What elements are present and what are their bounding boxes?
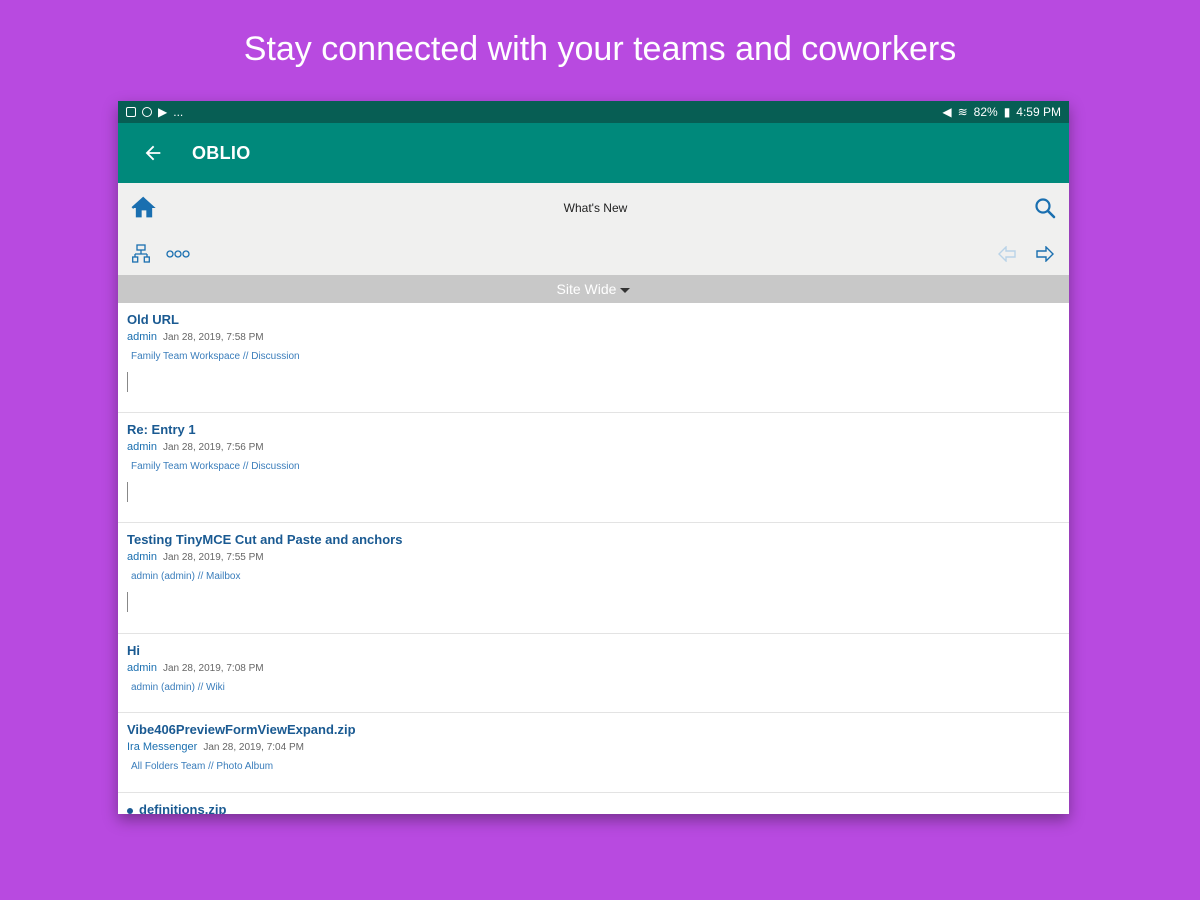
- entry-title[interactable]: definitions.zip: [139, 802, 226, 814]
- entry-preview-bar: [127, 592, 128, 612]
- entry-title[interactable]: Old URL: [127, 312, 1060, 327]
- status-bar: ▶ ... ◀ ≋ 82% ▮ 4:59 PM: [118, 101, 1069, 123]
- entry-author[interactable]: admin: [127, 551, 157, 563]
- entry-title[interactable]: Testing TinyMCE Cut and Paste and anchor…: [127, 532, 1060, 547]
- entry-date: Jan 28, 2019, 7:58 PM: [162, 332, 264, 343]
- home-icon[interactable]: [130, 194, 158, 222]
- next-arrow-icon[interactable]: [1035, 246, 1055, 262]
- entry-date: Jan 28, 2019, 7:56 PM: [162, 442, 264, 453]
- list-item[interactable]: Vibe406PreviewFormViewExpand.zip Ira Mes…: [118, 713, 1069, 793]
- app-title: OBLIO: [192, 142, 251, 163]
- back-arrow-icon[interactable]: [142, 142, 164, 164]
- status-bar-right: ◀ ≋ 82% ▮ 4:59 PM: [942, 105, 1061, 119]
- search-icon[interactable]: [1033, 196, 1057, 220]
- list-item[interactable]: Hi admin Jan 28, 2019, 7:08 PM admin (adm…: [118, 634, 1069, 713]
- entry-author[interactable]: admin: [127, 441, 157, 453]
- entry-preview-bar: [127, 372, 128, 392]
- list-item[interactable]: definitions.zip: [118, 793, 1069, 814]
- entry-date: Jan 28, 2019, 7:08 PM: [162, 663, 264, 674]
- filter-label: Site Wide: [556, 281, 617, 297]
- toolbar: What's New: [118, 183, 1069, 275]
- entry-date: Jan 28, 2019, 7:55 PM: [162, 552, 264, 563]
- entry-path[interactable]: All Folders Team // Photo Album: [127, 761, 1060, 772]
- settings-notification-icon: [142, 107, 152, 117]
- entry-title[interactable]: Hi: [127, 643, 1060, 658]
- entry-author[interactable]: Ira Messenger: [127, 741, 197, 753]
- entry-path[interactable]: admin (admin) // Mailbox: [127, 571, 1060, 582]
- battery-icon: ▮: [1003, 105, 1011, 119]
- entry-preview-bar: [127, 482, 128, 502]
- list-item[interactable]: Old URL admin Jan 28, 2019, 7:58 PM Famil…: [118, 303, 1069, 413]
- entry-path[interactable]: Family Team Workspace // Discussion: [127, 461, 1060, 472]
- wifi-icon: ≋: [957, 105, 968, 119]
- list-item[interactable]: Re: Entry 1 admin Jan 28, 2019, 7:56 PM F…: [118, 413, 1069, 523]
- entry-author[interactable]: admin: [127, 331, 157, 343]
- image-notification-icon: [126, 107, 136, 117]
- entries-list: Old URL admin Jan 28, 2019, 7:58 PM Famil…: [118, 303, 1069, 814]
- status-more-dots: ...: [173, 105, 184, 119]
- play-notification-icon: ▶: [158, 105, 168, 119]
- dropdown-caret-icon: [620, 287, 631, 293]
- headline: Stay connected with your teams and cowor…: [243, 30, 957, 68]
- more-options-icon[interactable]: [166, 249, 190, 259]
- previous-arrow-icon[interactable]: [997, 246, 1017, 262]
- device-screen: ▶ ... ◀ ≋ 82% ▮ 4:59 PM OBLIO What's New: [118, 101, 1069, 814]
- battery-level: 82%: [973, 105, 998, 119]
- bullet-icon: [127, 807, 133, 814]
- entry-author[interactable]: admin: [127, 662, 157, 674]
- status-bar-left: ▶ ...: [126, 105, 183, 119]
- entry-title[interactable]: Re: Entry 1: [127, 422, 1060, 437]
- site-wide-filter[interactable]: Site Wide: [118, 275, 1069, 303]
- toolbar-title: What's New: [563, 201, 628, 215]
- entry-path[interactable]: admin (admin) // Wiki: [127, 682, 1060, 693]
- list-item[interactable]: Testing TinyMCE Cut and Paste and anchor…: [118, 523, 1069, 634]
- clock-time: 4:59 PM: [1016, 105, 1061, 119]
- entry-path[interactable]: Family Team Workspace // Discussion: [127, 351, 1060, 362]
- entry-title[interactable]: Vibe406PreviewFormViewExpand.zip: [127, 722, 1060, 737]
- entry-date: Jan 28, 2019, 7:04 PM: [203, 742, 304, 753]
- hierarchy-icon[interactable]: [132, 244, 150, 264]
- mute-icon: ◀: [942, 105, 952, 119]
- app-bar: OBLIO: [118, 123, 1069, 183]
